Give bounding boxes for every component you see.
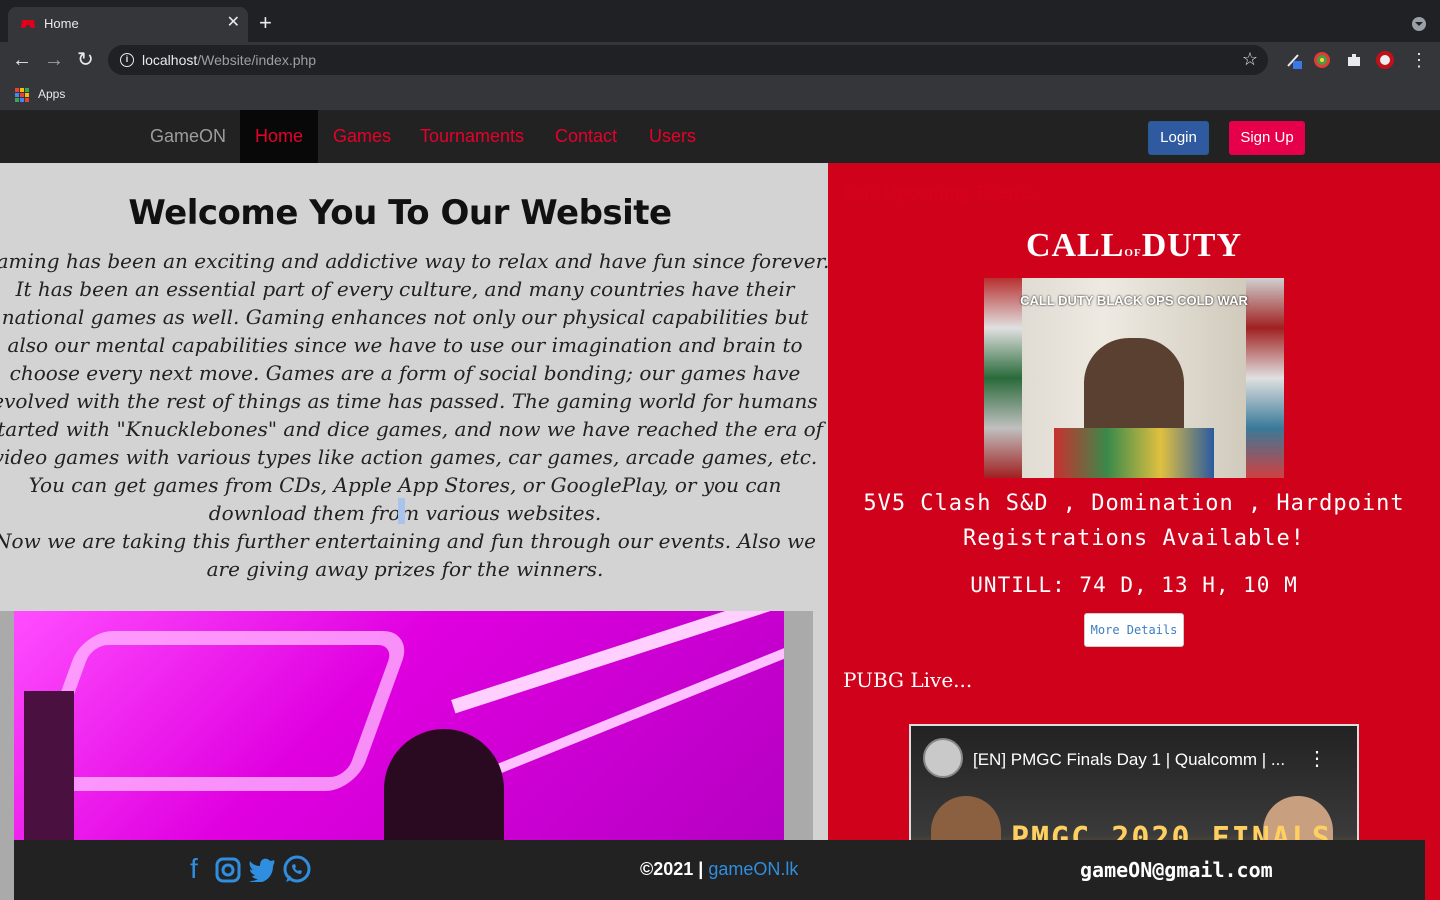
channel-avatar[interactable] xyxy=(923,738,963,778)
nav-home[interactable]: Home xyxy=(255,126,303,147)
site-footer: f ©2021 | gameON.lk gameON@gmail.com xyxy=(14,840,1425,900)
url-text[interactable]: localhost/Website/index.php xyxy=(142,52,316,68)
instagram-icon[interactable] xyxy=(214,856,242,884)
video-menu-icon[interactable]: ⋮ xyxy=(1307,746,1327,771)
site-navbar: GameON Home Games Tournaments Contact Us… xyxy=(0,110,1440,163)
bookmarks-bar: Apps xyxy=(0,80,1440,110)
login-button[interactable]: Login xyxy=(1148,121,1209,155)
close-icon[interactable]: ✕ xyxy=(227,14,240,32)
extensions-puzzle-icon[interactable] xyxy=(1345,51,1363,69)
extension-color-icon[interactable] xyxy=(1313,51,1331,69)
nav-tournaments[interactable]: Tournaments xyxy=(420,126,524,147)
apps-bookmark[interactable]: Apps xyxy=(38,87,65,101)
event-modes: 5V5 Clash S&D , Domination , Hardpoint xyxy=(863,491,1405,516)
welcome-section: Welcome You To Our Website Gaming has be… xyxy=(0,163,828,900)
event-registrations: Registrations Available! xyxy=(963,526,1305,551)
address-bar[interactable]: i localhost/Website/index.php ☆ xyxy=(108,45,1268,75)
info-icon[interactable]: i xyxy=(120,53,134,67)
new-tab-icon[interactable]: + xyxy=(259,11,272,35)
extension-pen-icon[interactable] xyxy=(1285,51,1303,69)
facebook-icon[interactable]: f xyxy=(190,854,198,884)
events-paragraph: Now we are taking this further entertain… xyxy=(0,529,816,581)
reload-icon[interactable]: ↻ xyxy=(77,48,94,72)
signup-button[interactable]: Sign Up xyxy=(1229,121,1305,155)
whatsapp-icon[interactable] xyxy=(282,855,312,885)
cod-logo: CALLOFDUTY xyxy=(1025,227,1243,264)
apps-grid-icon[interactable] xyxy=(15,88,29,102)
forward-icon[interactable]: → xyxy=(44,48,64,72)
browser-toolbar: ← → ↻ i localhost/Website/index.php ☆ ⋮ xyxy=(0,42,1440,80)
nav-users[interactable]: Users xyxy=(649,126,696,147)
more-details-button[interactable]: More Details xyxy=(1084,613,1184,647)
pubg-live-label: PUBG Live... xyxy=(843,668,973,692)
gamepad-favicon-icon xyxy=(21,20,35,28)
nav-contact[interactable]: Contact xyxy=(555,126,617,147)
text-cursor xyxy=(398,498,405,524)
cod-cold-war-poster: CALL DUTY BLACK OPS COLD WAR xyxy=(984,278,1284,478)
welcome-heading: Welcome You To Our Website xyxy=(128,193,672,233)
tab-strip: Home ✕ + xyxy=(0,0,1440,42)
web-page: GameON Home Games Tournaments Contact Us… xyxy=(0,110,1440,900)
events-sidebar: Our Upcoming Events CALLOFDUTY CALL DUTY… xyxy=(828,163,1440,900)
tab-search-icon[interactable] xyxy=(1412,17,1426,31)
upcoming-events-title: Our Upcoming Events xyxy=(844,183,1035,203)
intro-paragraph: Gaming has been an exciting and addictiv… xyxy=(0,249,828,525)
video-title[interactable]: [EN] PMGC Finals Day 1 | Qualcomm | ... xyxy=(973,750,1285,770)
profile-avatar-icon[interactable] xyxy=(1376,51,1394,69)
menu-dots-icon[interactable]: ⋮ xyxy=(1410,48,1428,72)
bookmark-star-icon[interactable]: ☆ xyxy=(1242,49,1258,70)
browser-tab[interactable]: Home ✕ xyxy=(8,7,248,42)
site-brand[interactable]: GameON xyxy=(150,126,226,147)
tab-title: Home xyxy=(44,16,79,31)
back-icon[interactable]: ← xyxy=(12,48,32,72)
site-link[interactable]: gameON.lk xyxy=(708,859,798,879)
event-countdown: UNTILL: 74 D, 13 H, 10 M xyxy=(970,573,1298,597)
contact-email[interactable]: gameON@gmail.com xyxy=(1080,858,1273,882)
copyright-text: ©2021 | gameON.lk xyxy=(640,859,799,879)
twitter-icon[interactable] xyxy=(248,856,276,882)
nav-games[interactable]: Games xyxy=(333,126,391,147)
